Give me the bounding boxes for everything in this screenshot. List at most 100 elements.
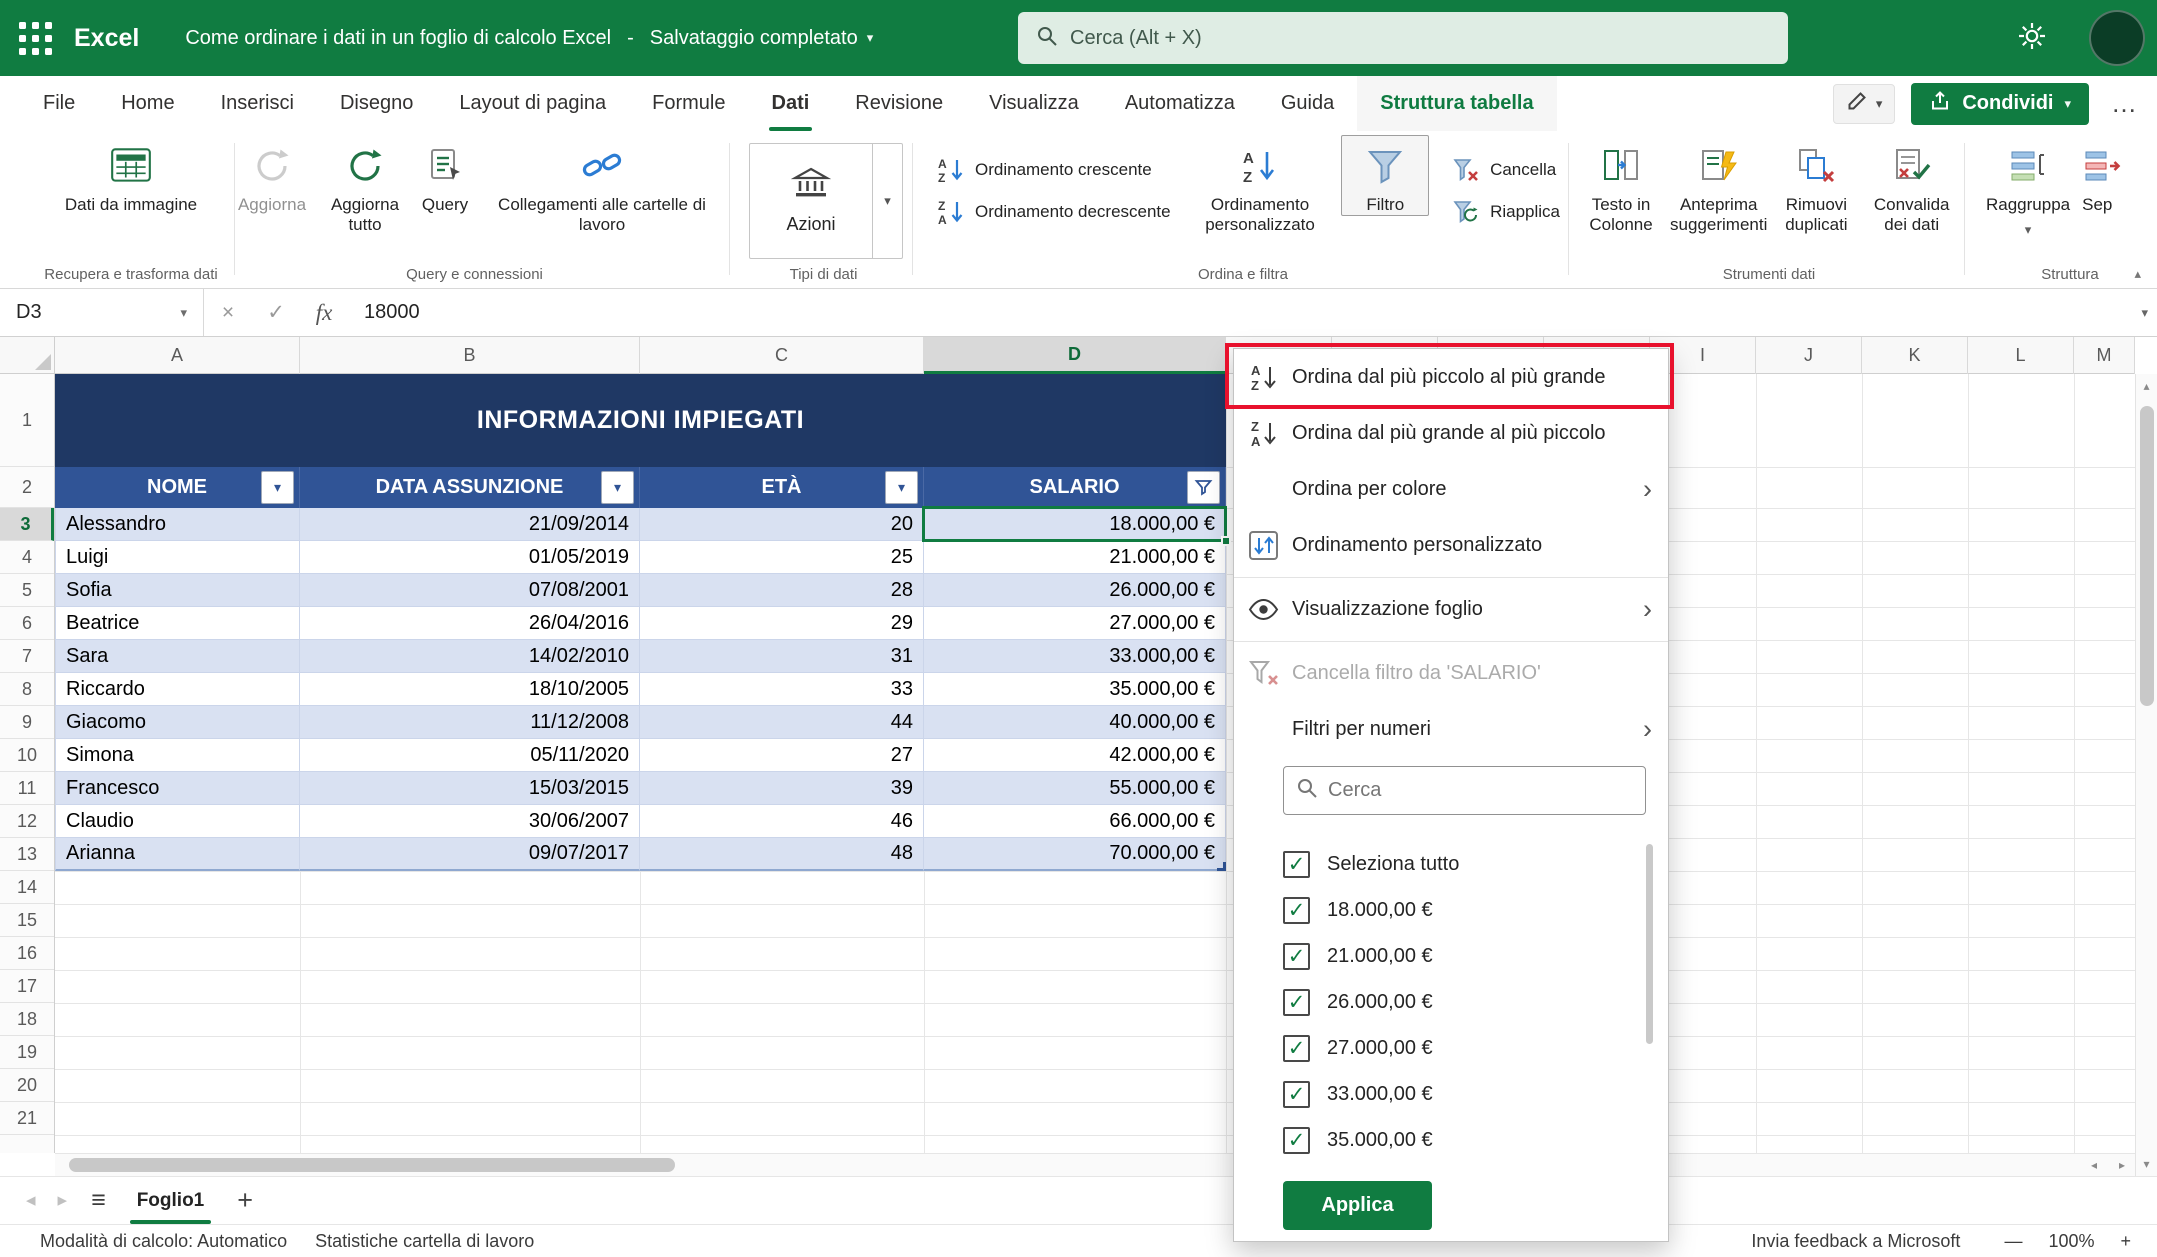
row-header-8[interactable]: 8: [0, 673, 54, 706]
scroll-left-icon[interactable]: ◂: [2081, 1154, 2107, 1176]
cell-C8[interactable]: 33: [640, 673, 924, 706]
all-sheets-icon[interactable]: ≡: [81, 1186, 116, 1215]
row-header-16[interactable]: 16: [0, 937, 54, 970]
cancel-entry-icon[interactable]: ×: [204, 301, 252, 325]
cell-C6[interactable]: 29: [640, 607, 924, 640]
filter-checkbox-18-000-00[interactable]: ✓18.000,00 €: [1283, 890, 1433, 930]
header-cell-salario[interactable]: SALARIO: [924, 467, 1226, 508]
separa-button[interactable]: Sep: [2076, 135, 2157, 216]
cell-C3[interactable]: 20: [640, 508, 924, 541]
filter-list-scrollbar[interactable]: [1646, 844, 1653, 1044]
workbook-statistics[interactable]: Statistiche cartella di lavoro: [315, 1231, 534, 1252]
cell-B12[interactable]: 30/06/2007: [300, 805, 640, 838]
row-header-2[interactable]: 2: [0, 467, 54, 508]
select-all-button[interactable]: [0, 337, 55, 374]
cell-D13[interactable]: 70.000,00 €: [924, 838, 1226, 871]
row-header-14[interactable]: 14: [0, 871, 54, 904]
cell-D9[interactable]: 40.000,00 €: [924, 706, 1226, 739]
row-header-6[interactable]: 6: [0, 607, 54, 640]
cell-D10[interactable]: 42.000,00 €: [924, 739, 1226, 772]
filter-checkbox-26-000-00[interactable]: ✓26.000,00 €: [1283, 982, 1433, 1022]
row-header-19[interactable]: 19: [0, 1036, 54, 1069]
menu-item-ordina-per-colore[interactable]: Ordina per colore›: [1234, 461, 1668, 517]
menu-item-ordinamento-personalizzato[interactable]: Ordinamento personalizzato: [1234, 517, 1668, 573]
scroll-up-icon[interactable]: ▴: [2136, 374, 2157, 398]
calculation-mode[interactable]: Modalità di calcolo: Automatico: [40, 1231, 287, 1252]
column-header-M[interactable]: M: [2074, 337, 2135, 374]
cell-C12[interactable]: 46: [640, 805, 924, 838]
row-header-9[interactable]: 9: [0, 706, 54, 739]
tab-struttura-tabella[interactable]: Struttura tabella: [1357, 76, 1556, 131]
anteprima-suggerimenti-button[interactable]: Anteprima suggerimenti: [1664, 135, 1773, 235]
testo-in-colonne-button[interactable]: Testo in Colonne: [1578, 135, 1664, 235]
filter-button-et[interactable]: ▾: [885, 471, 918, 504]
topbar-search-input[interactable]: [1070, 27, 1770, 50]
filtro-button[interactable]: Filtro: [1341, 135, 1429, 216]
row-header-3[interactable]: 3: [0, 508, 54, 541]
cell-D7[interactable]: 33.000,00 €: [924, 640, 1226, 673]
column-header-B[interactable]: B: [300, 337, 640, 374]
cell-B5[interactable]: 07/08/2001: [300, 574, 640, 607]
row-header-4[interactable]: 4: [0, 541, 54, 574]
cell-B11[interactable]: 15/03/2015: [300, 772, 640, 805]
rimuovi-duplicati-button[interactable]: Rimuovi duplicati: [1773, 135, 1859, 235]
menu-item-ordina-dal-pi-grande-al-pi-piccolo[interactable]: ZAOrdina dal più grande al più piccolo: [1234, 405, 1668, 461]
convalida-dati-button[interactable]: Convalida dei dati: [1859, 135, 1964, 235]
filter-checkbox-21-000-00[interactable]: ✓21.000,00 €: [1283, 936, 1433, 976]
row-header-17[interactable]: 17: [0, 970, 54, 1003]
scroll-right-icon[interactable]: ▸: [2109, 1154, 2135, 1176]
row-header-12[interactable]: 12: [0, 805, 54, 838]
raggruppa-button[interactable]: Raggruppa ▾: [1980, 135, 2076, 238]
filter-checkbox-27-000-00[interactable]: ✓27.000,00 €: [1283, 1028, 1433, 1068]
cancella-filtro-button[interactable]: Cancella: [1443, 151, 1568, 189]
filter-button-salario[interactable]: [1187, 471, 1220, 504]
filter-checkbox-seleziona-tutto[interactable]: ✓Seleziona tutto: [1283, 844, 1459, 884]
cell-A8[interactable]: Riccardo: [55, 673, 300, 706]
collegamenti-cartelle-button[interactable]: Collegamenti alle cartelle di lavoro: [478, 135, 726, 235]
zoom-level[interactable]: 100%: [2048, 1231, 2094, 1252]
next-sheet-icon[interactable]: ▸: [50, 1189, 76, 1212]
column-header-K[interactable]: K: [1862, 337, 1968, 374]
row-header-7[interactable]: 7: [0, 640, 54, 673]
previous-sheet-icon[interactable]: ◂: [18, 1189, 44, 1212]
cell-D8[interactable]: 35.000,00 €: [924, 673, 1226, 706]
confirm-entry-icon[interactable]: ✓: [252, 300, 300, 325]
cell-D11[interactable]: 55.000,00 €: [924, 772, 1226, 805]
row-header-15[interactable]: 15: [0, 904, 54, 937]
tab-disegno[interactable]: Disegno: [317, 76, 436, 131]
cell-B13[interactable]: 09/07/2017: [300, 838, 640, 871]
tab-layout-di-pagina[interactable]: Layout di pagina: [436, 76, 629, 131]
tab-automatizza[interactable]: Automatizza: [1102, 76, 1258, 131]
zoom-out-button[interactable]: —: [2004, 1231, 2022, 1252]
filter-search-box[interactable]: [1283, 766, 1646, 815]
ordinamento-decrescente-button[interactable]: ZA Ordinamento decrescente: [928, 193, 1179, 231]
name-box[interactable]: D3 ▾: [0, 289, 204, 336]
cell-C11[interactable]: 39: [640, 772, 924, 805]
table-title[interactable]: INFORMAZIONI IMPIEGATI: [55, 374, 1226, 467]
row-header-10[interactable]: 10: [0, 739, 54, 772]
cell-A7[interactable]: Sara: [55, 640, 300, 673]
cell-B9[interactable]: 11/12/2008: [300, 706, 640, 739]
filter-checkbox-33-000-00[interactable]: ✓33.000,00 €: [1283, 1074, 1433, 1114]
formula-input[interactable]: 18000: [348, 301, 420, 324]
insert-function-icon[interactable]: fx: [300, 300, 348, 326]
cell-B8[interactable]: 18/10/2005: [300, 673, 640, 706]
cell-A6[interactable]: Beatrice: [55, 607, 300, 640]
tab-file[interactable]: File: [20, 76, 98, 131]
aggiorna-button[interactable]: Aggiorna: [226, 135, 318, 216]
column-header-L[interactable]: L: [1968, 337, 2074, 374]
cell-A10[interactable]: Simona: [55, 739, 300, 772]
apply-button[interactable]: Applica: [1283, 1181, 1432, 1230]
cell-D3[interactable]: 18.000,00 €: [924, 508, 1226, 541]
topbar-search[interactable]: [1018, 12, 1788, 64]
more-options-button[interactable]: …: [2105, 88, 2143, 119]
riapplica-filtro-button[interactable]: Riapplica: [1443, 193, 1568, 231]
filter-button-data-assunzione[interactable]: ▾: [601, 471, 634, 504]
tab-formule[interactable]: Formule: [629, 76, 748, 131]
cell-A4[interactable]: Luigi: [55, 541, 300, 574]
filter-button-nome[interactable]: ▾: [261, 471, 294, 504]
cell-A9[interactable]: Giacomo: [55, 706, 300, 739]
column-header-J[interactable]: J: [1756, 337, 1862, 374]
cell-C5[interactable]: 28: [640, 574, 924, 607]
save-status-dropdown[interactable]: Salvataggio completato ▾: [650, 27, 873, 50]
